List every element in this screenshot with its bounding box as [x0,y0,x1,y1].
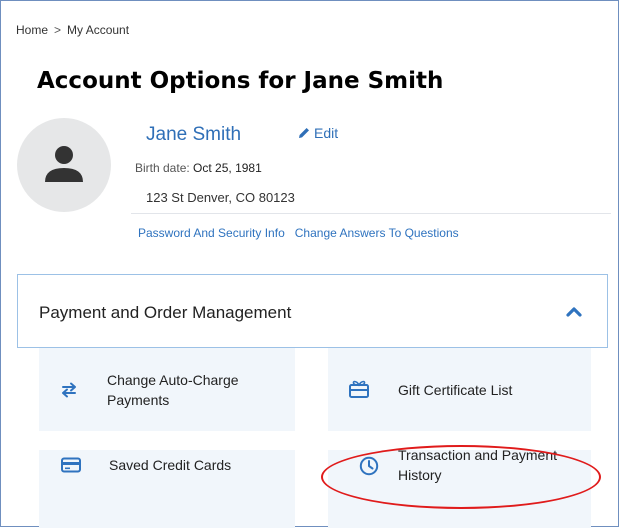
tile-label-line2: Payments [107,392,170,408]
edit-profile-link[interactable]: Edit [298,125,338,141]
change-auto-charge-tile[interactable]: Change Auto-Charge Payments [39,348,295,431]
gift-icon [348,379,370,404]
divider [131,213,611,214]
clock-icon [359,456,379,481]
breadcrumb-current: My Account [67,23,130,37]
credit-card-icon [61,457,81,478]
breadcrumb-separator: > [54,23,62,37]
gift-certificate-tile[interactable]: Gift Certificate List [328,348,591,431]
swap-arrows-icon [59,382,79,403]
panel-title: Payment and Order Management [39,303,292,322]
tile-label-line1: Gift Certificate List [398,382,513,398]
pencil-icon [299,128,309,138]
payment-order-panel-header[interactable]: Payment and Order Management [17,274,608,348]
saved-credit-cards-tile[interactable]: Saved Credit Cards [39,450,295,528]
chevron-up-icon[interactable] [566,304,582,322]
breadcrumb: Home > My Account [16,23,129,37]
page-frame: Home > My Account Account Options for Jane… [0,0,619,528]
tile-label-line1: Saved Credit Cards [109,457,232,473]
page-title: Account Options for Jane Smith [37,68,444,94]
tile-label-line2: History [398,467,442,483]
change-answers-link[interactable]: Change Answers To Questions [295,226,459,240]
tile-label-line1: Change Auto-Charge [107,372,239,388]
password-security-link[interactable]: Password And Security Info [138,226,285,240]
avatar [17,118,111,212]
transaction-history-tile[interactable]: Transaction and Payment History [328,447,591,528]
edit-label: Edit [314,125,339,141]
birth-date-label: Birth date: [135,161,190,175]
account-links: Password And Security Info Change Answers… [138,226,469,240]
user-name: Jane Smith [146,124,242,145]
birth-date-value: Oct 25, 1981 [193,161,262,175]
birth-date: Birth date: Oct 25, 1981 [135,161,262,175]
user-icon [45,146,83,182]
address: 123 St Denver, CO 80123 [146,190,295,205]
tile-label-line1: Transaction and Payment [398,447,558,463]
breadcrumb-home[interactable]: Home [16,23,48,37]
